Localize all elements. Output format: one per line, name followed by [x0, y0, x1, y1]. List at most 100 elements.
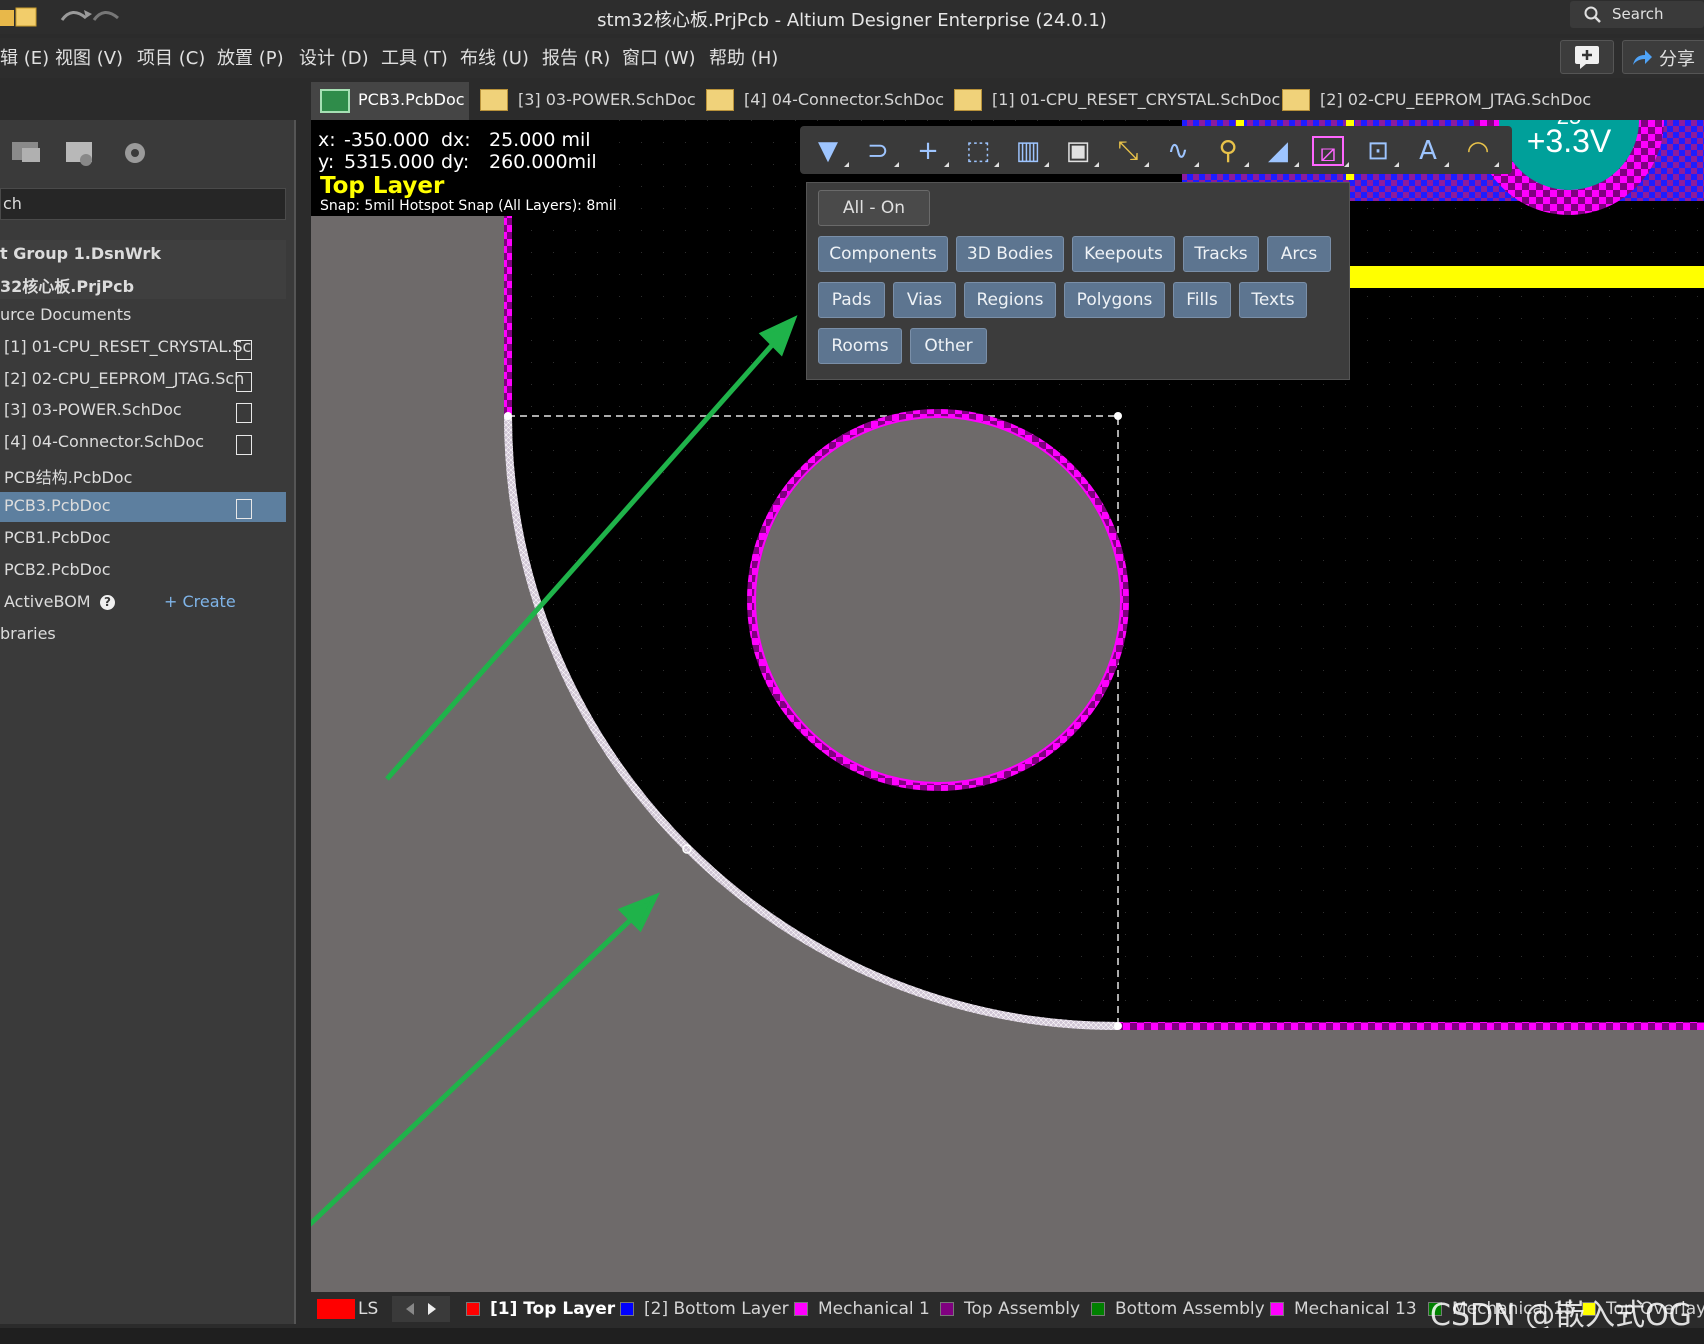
tree-item[interactable]: braries — [0, 620, 286, 650]
menu-item[interactable]: 布线 (U) — [460, 44, 529, 70]
text-icon[interactable]: A — [1412, 136, 1444, 166]
dropdown-indicator-icon — [1394, 162, 1399, 167]
menu-item[interactable]: 设计 (D) — [299, 44, 369, 70]
line-icon[interactable]: ⧄ — [1312, 136, 1344, 168]
menu-item[interactable]: 帮助 (H) — [709, 44, 778, 70]
snap-info: Snap: 5mil Hotspot Snap (All Layers): 8m… — [320, 198, 617, 214]
dx-value: 25.000 mil — [489, 129, 591, 151]
dropdown-indicator-icon — [1444, 162, 1449, 167]
arc-icon[interactable]: ◠ — [1462, 136, 1494, 166]
tree-item[interactable]: urce Documents — [0, 301, 286, 331]
open-document-icon — [12, 142, 40, 162]
layer-color-swatch — [1270, 1302, 1284, 1316]
string-icon[interactable]: ⊡ — [1362, 136, 1394, 166]
tree-item-label: t Group 1.DsnWrk — [0, 244, 161, 263]
document-icon — [236, 499, 252, 519]
filter-other-button[interactable]: Other — [910, 328, 987, 364]
tree-item[interactable]: [2] 02-CPU_EEPROM_JTAG.Sch — [0, 365, 286, 395]
create-bom-link[interactable]: + Create — [164, 592, 236, 611]
tree-item[interactable]: PCB2.PcbDoc — [0, 556, 286, 586]
filter-fills-button[interactable]: Fills — [1173, 282, 1231, 318]
panel-toolbar[interactable] — [10, 136, 150, 170]
component-icon[interactable]: ▣ — [1062, 136, 1094, 166]
filter-3d-bodies-button[interactable]: 3D Bodies — [956, 236, 1064, 272]
pcb-doc-icon — [320, 89, 350, 113]
status-bar — [0, 1328, 1704, 1344]
layer-set-button[interactable]: LS — [358, 1299, 378, 1319]
selection-handle — [1114, 412, 1122, 420]
net-label-top: 25 — [1557, 120, 1581, 129]
cross-icon[interactable]: + — [912, 136, 944, 166]
tree-item-label: [2] 02-CPU_EEPROM_JTAG.Sch — [4, 369, 245, 388]
dropdown-indicator-icon — [1144, 162, 1149, 167]
projects-search-input[interactable]: ch — [0, 188, 286, 220]
via-icon[interactable]: ⚲ — [1212, 136, 1244, 166]
tree-item[interactable]: PCB结构.PcbDoc — [0, 460, 286, 490]
tab-schematic[interactable]: [4] 04-Connector.SchDoc — [706, 82, 946, 118]
tree-item[interactable]: 32核心板.PrjPcb — [0, 269, 286, 299]
selection-handle — [1114, 1022, 1122, 1030]
menu-item[interactable]: 项目 (C) — [137, 44, 205, 70]
menu-item[interactable]: 窗口 (W) — [622, 44, 696, 70]
filter-rooms-button[interactable]: Rooms — [818, 328, 902, 364]
diff-pair-icon[interactable]: ∿ — [1162, 136, 1194, 166]
schematic-doc-icon — [954, 89, 982, 111]
dy-label: dy: — [441, 151, 470, 173]
schematic-doc-icon — [1282, 89, 1310, 111]
layer-color-swatch — [620, 1302, 634, 1316]
search-text: ch — [3, 194, 22, 213]
tab-schematic[interactable]: [2] 02-CPU_EEPROM_JTAG.SchDoc — [1282, 82, 1591, 118]
select-rect-icon[interactable]: ⬚ — [962, 136, 994, 166]
menu-item[interactable]: 工具 (T) — [381, 44, 448, 70]
menu-item[interactable]: 报告 (R) — [542, 44, 610, 70]
route-icon[interactable]: ⤡ — [1112, 136, 1144, 166]
filter-keepouts-button[interactable]: Keepouts — [1072, 236, 1175, 272]
window-title: stm32核心板.PrjPcb - Altium Designer Enterp… — [597, 10, 1107, 31]
help-icon[interactable]: ? — [100, 595, 115, 610]
filter-arcs-button[interactable]: Arcs — [1267, 236, 1331, 272]
dropdown-indicator-icon — [1094, 162, 1099, 167]
tree-item[interactable]: PCB3.PcbDoc — [0, 492, 286, 522]
menu-item[interactable]: 视图 (V) — [55, 44, 123, 70]
tab-label: [1] 01-CPU_RESET_CRYSTAL.SchDoc — [992, 90, 1281, 109]
search-icon — [1584, 6, 1601, 23]
layer-color-indicator[interactable] — [317, 1299, 355, 1319]
tree-item[interactable]: PCB1.PcbDoc — [0, 524, 286, 554]
menu-item[interactable]: 放置 (P) — [217, 44, 284, 70]
filter-icon[interactable]: ▼ — [812, 136, 844, 166]
tree-item[interactable]: [3] 03-POWER.SchDoc — [0, 396, 286, 426]
polygon-icon[interactable]: ◢ — [1262, 136, 1294, 166]
layer-name: Mechanical 1 — [818, 1299, 930, 1319]
document-icon — [236, 403, 252, 423]
document-icon — [236, 435, 252, 455]
tree-item[interactable]: [4] 04-Connector.SchDoc — [0, 428, 286, 458]
filter-vias-button[interactable]: Vias — [893, 282, 956, 318]
filter-regions-button[interactable]: Regions — [964, 282, 1056, 318]
filter-components-button[interactable]: Components — [818, 236, 948, 272]
tree-item-label: braries — [0, 624, 56, 643]
layer-scroll[interactable] — [392, 1296, 450, 1322]
comment-button[interactable] — [1560, 40, 1614, 74]
tree-item-label: ActiveBOM — [4, 592, 91, 611]
tree-item[interactable]: ActiveBOM? + Create — [0, 588, 286, 618]
selection-handle — [504, 412, 512, 420]
tree-item[interactable]: [1] 01-CPU_RESET_CRYSTAL.Sc — [0, 333, 286, 363]
filter-all-on-button[interactable]: All - On — [818, 190, 930, 226]
tab-schematic[interactable]: [1] 01-CPU_RESET_CRYSTAL.SchDoc — [954, 82, 1280, 118]
snap-magnet-icon[interactable]: ⊃ — [862, 136, 894, 166]
tab-schematic[interactable]: [3] 03-POWER.SchDoc — [480, 82, 720, 118]
filter-tracks-button[interactable]: Tracks — [1183, 236, 1259, 272]
share-button[interactable]: 分享 — [1622, 40, 1704, 74]
document-icon — [236, 372, 252, 392]
filter-texts-button[interactable]: Texts — [1239, 282, 1307, 318]
dropdown-indicator-icon — [1244, 162, 1249, 167]
schematic-doc-icon — [706, 89, 734, 111]
global-search[interactable]: Search — [1570, 1, 1704, 28]
menu-item[interactable]: 辑 (E) — [0, 44, 49, 70]
search-label: Search — [1612, 5, 1664, 23]
tree-item[interactable]: t Group 1.DsnWrk — [0, 240, 286, 270]
filter-polygons-button[interactable]: Polygons — [1064, 282, 1165, 318]
layer-color-swatch — [1091, 1302, 1105, 1316]
align-icon[interactable]: ▥ — [1012, 136, 1044, 166]
filter-pads-button[interactable]: Pads — [818, 282, 885, 318]
